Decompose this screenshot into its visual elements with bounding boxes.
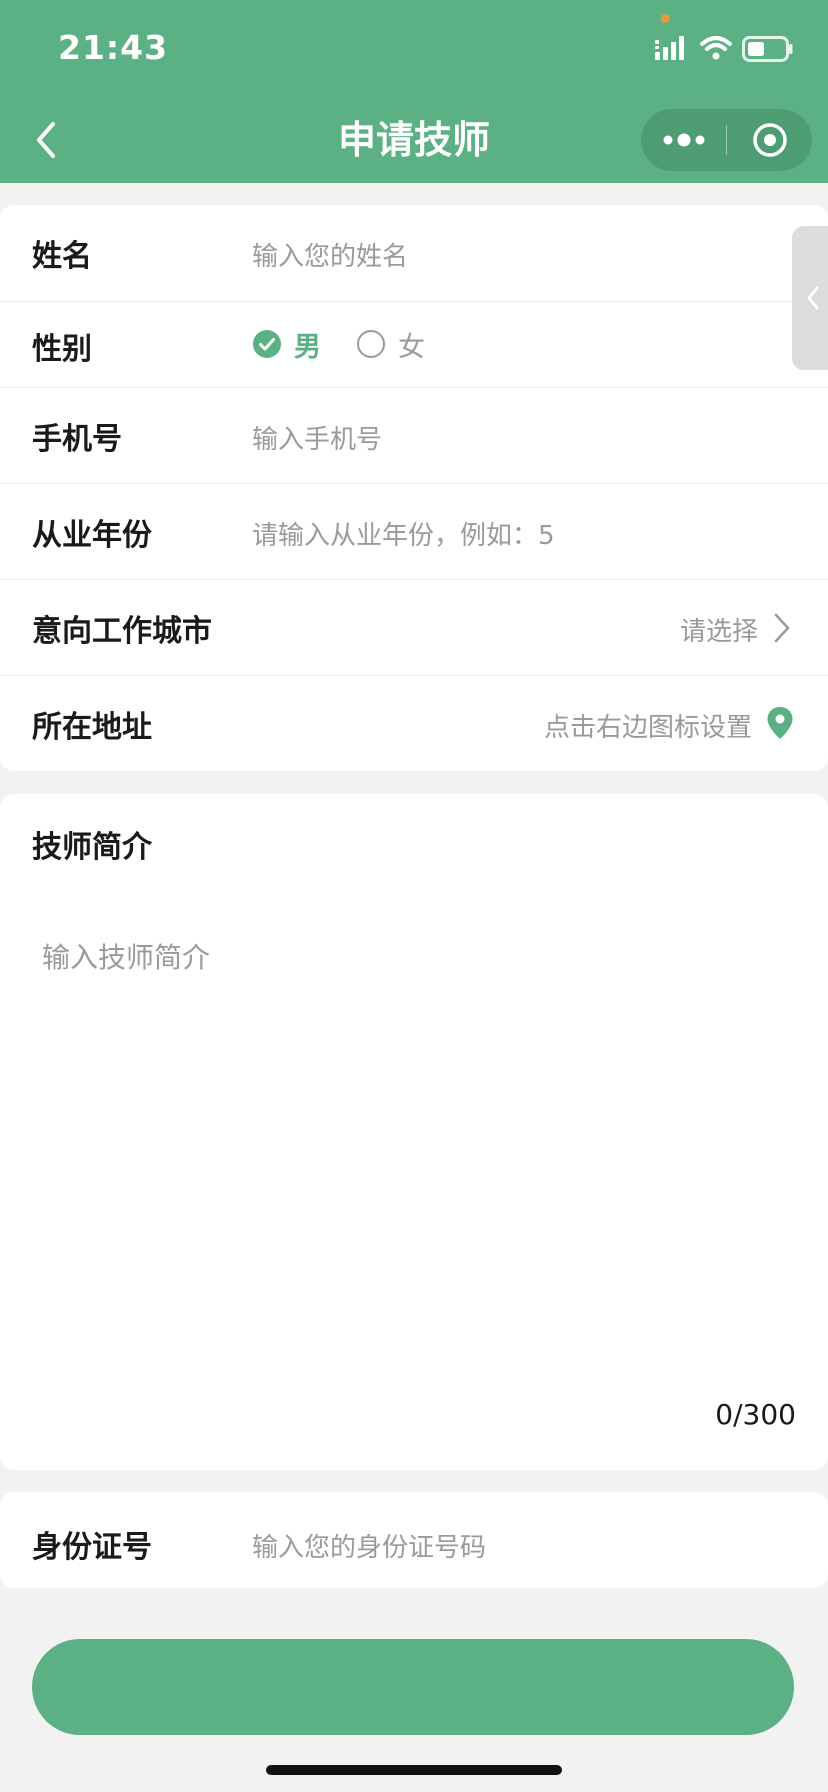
name-input[interactable]: 输入您的姓名: [252, 236, 408, 273]
gender-female-label: 女: [398, 331, 425, 363]
years-input[interactable]: 请输入从业年份，例如：5: [252, 515, 555, 552]
label-years: 从业年份: [32, 518, 152, 553]
phone-input[interactable]: 输入手机号: [252, 419, 382, 456]
home-indicator: [266, 1765, 562, 1775]
intro-char-counter: 0/300: [715, 1398, 796, 1431]
more-button[interactable]: [641, 109, 726, 171]
id-number-input[interactable]: 输入您的身份证号码: [252, 1527, 486, 1564]
header-bar: 21:43 申请技师: [0, 0, 828, 183]
label-phone: 手机号: [32, 422, 122, 457]
signal-icon: [655, 36, 684, 60]
privacy-indicator-dot: [661, 14, 670, 23]
mini-program-capsule: [641, 109, 812, 171]
row-name: 姓名 输入您的姓名: [0, 205, 828, 302]
close-button[interactable]: [727, 109, 812, 171]
basic-info-card: 姓名 输入您的姓名 性别 男 女 手机号 输入手机号 从业年份 请输入从业年份，…: [0, 205, 828, 771]
row-phone: 手机号 输入手机号: [0, 388, 828, 484]
submit-button[interactable]: [32, 1639, 794, 1735]
id-card-card: 身份证号 输入您的身份证号码: [0, 1492, 828, 1588]
row-years: 从业年份 请输入从业年份，例如：5: [0, 484, 828, 580]
intro-textarea[interactable]: 输入技师简介: [42, 936, 210, 976]
gender-option-male[interactable]: 男: [252, 324, 321, 364]
address-hint: 点击右边图标设置: [543, 713, 752, 743]
label-address: 所在地址: [32, 710, 152, 745]
label-name: 姓名: [32, 239, 92, 274]
location-pin-icon[interactable]: [766, 706, 794, 740]
chevron-left-icon: [807, 286, 819, 310]
row-gender: 性别 男 女: [0, 302, 828, 388]
intro-label: 技师简介: [32, 830, 152, 865]
target-close-icon: [752, 123, 787, 157]
label-gender: 性别: [32, 332, 92, 367]
gender-male-label: 男: [294, 331, 321, 363]
side-drawer-tab[interactable]: [792, 226, 828, 370]
gender-option-female[interactable]: 女: [356, 324, 425, 364]
check-circle-icon: [253, 330, 281, 358]
city-select-value[interactable]: 请选择: [680, 611, 758, 648]
row-city[interactable]: 意向工作城市 请选择: [0, 580, 828, 676]
more-dots-icon: [663, 133, 704, 147]
intro-card: 技师简介 输入技师简介 0/300: [0, 794, 828, 1470]
battery-icon: [742, 36, 793, 62]
label-id-number: 身份证号: [32, 1530, 152, 1565]
row-address: 所在地址 点击右边图标设置: [0, 676, 828, 771]
label-city: 意向工作城市: [32, 614, 212, 649]
status-time: 21:43: [58, 28, 169, 67]
radio-empty-icon: [357, 330, 385, 358]
wifi-icon: [700, 36, 732, 60]
chevron-right-icon: [774, 613, 790, 643]
